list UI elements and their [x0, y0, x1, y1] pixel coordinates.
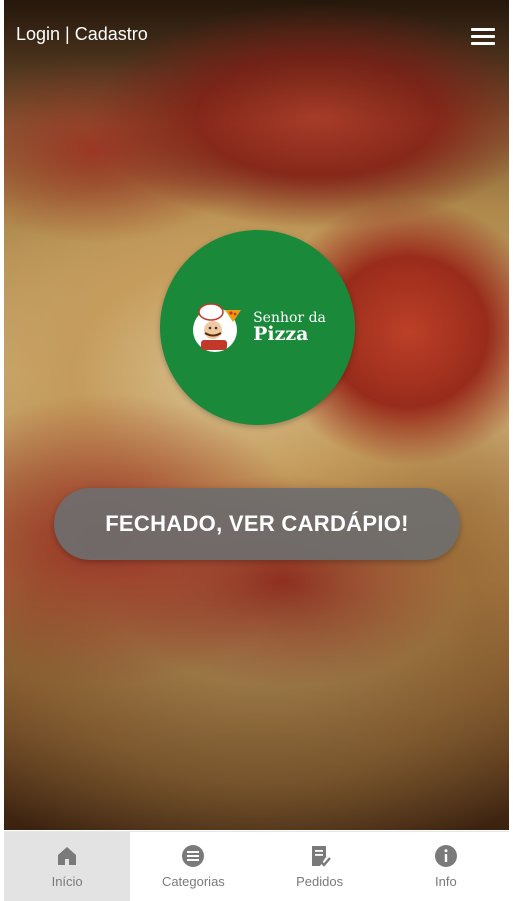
tab-label: Pedidos: [296, 874, 344, 889]
chef-mascot-icon: [193, 302, 242, 352]
tab-categorias[interactable]: Categorias: [130, 832, 256, 901]
tab-inicio[interactable]: Início: [4, 832, 131, 901]
restaurant-logo: Senhor da Pizza: [160, 230, 355, 425]
tab-pedidos[interactable]: Pedidos: [257, 832, 383, 901]
closed-view-menu-button[interactable]: FECHADO, VER CARDÁPIO!: [54, 488, 460, 560]
info-icon: [434, 845, 457, 867]
home-icon: [58, 847, 77, 865]
tab-info[interactable]: Info: [383, 832, 509, 901]
receipt-check-icon: [311, 846, 331, 867]
tab-label: Categorias: [161, 874, 225, 889]
bottom-tab-bar: Início Categorias Pedidos Info: [4, 831, 509, 901]
tab-label: Início: [51, 874, 83, 889]
tab-label: Info: [435, 874, 457, 889]
hamburger-menu-icon[interactable]: [471, 28, 495, 46]
list-circle-icon: [182, 845, 205, 867]
logo-line-2: Pizza: [253, 323, 309, 345]
login-register-label[interactable]: Login | Cadastro: [16, 24, 148, 44]
login-register-link[interactable]: Login | Cadastro: [16, 24, 148, 45]
